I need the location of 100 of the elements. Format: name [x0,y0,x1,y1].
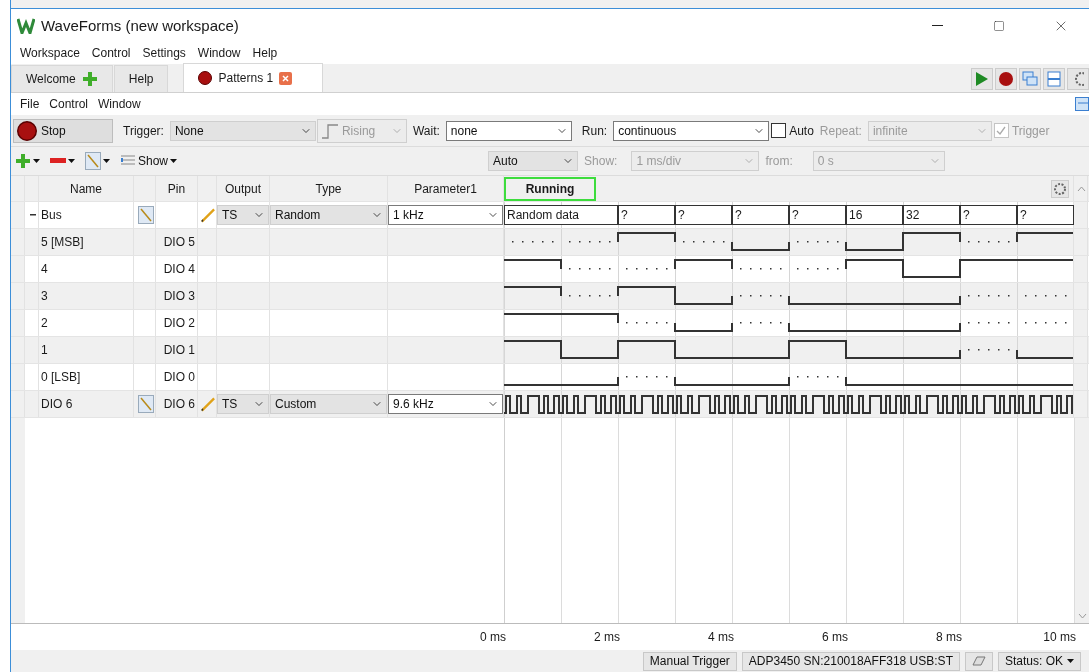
table-row[interactable]: 0 [LSB] DIO 0 [11,364,1089,391]
wait-label: Wait: [412,123,440,138]
parameter-dropdown[interactable]: 1 kHz [388,205,503,225]
table-row[interactable]: DIO 6 DIO 6 TS Custom 9.6 kHz [11,391,1089,418]
windows-icon[interactable] [1075,97,1089,111]
type-dropdown[interactable]: Custom [270,394,387,414]
show-label: Show: [584,154,618,168]
tab[interactable]: Help [113,65,169,92]
play-icon [975,71,989,87]
auto-checkbox[interactable] [771,123,787,138]
pencil-icon[interactable] [200,395,216,413]
record-icon [998,71,1014,87]
pin-cell: DIO 1 [156,337,198,363]
column-header: Type [270,176,388,201]
pencil-ruler-icon[interactable] [137,206,154,224]
type-dropdown[interactable]: Random [270,205,387,225]
maximize-icon [993,19,1005,32]
pencil-ruler-icon[interactable] [137,395,154,413]
bus-value: ? [675,205,732,225]
manual-trigger-button[interactable]: Manual Trigger [642,651,737,671]
axis-label: 4 ms [708,630,734,644]
table-row[interactable]: 1 DIO 1 [11,337,1089,364]
output-dropdown[interactable]: TS [217,394,269,414]
bus-value: ? [618,205,675,225]
name-cell: 4 [39,256,134,282]
edit-button[interactable] [83,152,112,170]
repeat-label: Repeat: [819,123,862,138]
trigger-dropdown[interactable]: None [169,120,316,141]
name-cell: 2 [39,310,134,336]
name-cell: 0 [LSB] [39,364,134,390]
axis-label: 10 ms [1043,630,1076,644]
pin-cell: DIO 0 [156,364,198,390]
menu-item[interactable]: Control [44,95,94,113]
menu-item[interactable]: Window [192,44,246,62]
table-row[interactable]: 2 DIO 2 [11,310,1089,337]
column-header: Pin [156,176,198,201]
caret-icon [103,158,110,164]
menu-item[interactable]: Help [247,44,283,62]
table-row[interactable]: 5 [MSB] DIO 5 [11,229,1089,256]
eraser-button[interactable] [964,651,993,671]
status-button[interactable]: Status: OK [997,651,1081,671]
caret-icon [1067,658,1074,664]
device-button[interactable]: ADP3450 SN:210018AFF318 USB:ST [741,651,960,671]
record-icon [198,71,213,85]
menu-item[interactable]: Window [93,95,146,113]
menu-item[interactable]: Settings [137,44,191,62]
bus-value: Random data [504,205,618,225]
split-view-button[interactable] [1043,68,1065,90]
rising-edge-icon [321,122,338,139]
record-icon [17,120,37,141]
tab-label: Welcome [26,72,76,86]
from-label: from: [765,154,793,168]
split-view-icon [1047,71,1061,87]
pin-cell: DIO 2 [156,310,198,336]
minimize-icon [931,25,943,26]
settings-icon [1072,71,1084,87]
list-icon [120,154,136,168]
bus-value: ? [789,205,846,225]
settings-icon[interactable] [1051,179,1069,198]
pencil-icon[interactable] [200,206,216,224]
name-cell: 5 [MSB] [39,229,134,255]
name-cell: 3 [39,283,134,309]
eraser-icon [971,656,986,666]
scroll-up-icon[interactable] [1077,185,1086,192]
record-button[interactable] [995,68,1017,90]
run-button[interactable] [971,68,993,90]
table-row[interactable]: 4 DIO 4 [11,256,1089,283]
axis-label: 2 ms [594,630,620,644]
table-row[interactable]: Bus TS Random 1 kHz Random data ? ? ? ? 16 32 ? ? [11,202,1089,229]
pin-cell: DIO 4 [156,256,198,282]
app-logo-icon [17,17,35,34]
collapse-icon[interactable] [29,213,36,217]
caret-icon [170,158,178,164]
scroll-down-icon[interactable] [1077,613,1087,619]
name-cell: Bus [39,202,134,228]
output-dropdown[interactable]: TS [217,205,269,225]
table-row[interactable]: 3 DIO 3 [11,283,1089,310]
pin-cell: DIO 5 [156,229,198,255]
menu-item[interactable]: Control [86,44,136,62]
tab[interactable]: Welcome [11,65,113,92]
add-button[interactable] [13,153,42,169]
tab-label: Help [128,72,154,86]
bus-value: ? [732,205,789,225]
stop-button[interactable]: Stop [13,118,113,143]
axis-label: 6 ms [822,630,848,644]
tab[interactable]: Patterns 1 [183,63,324,92]
parameter-dropdown[interactable]: 9.6 kHz [388,394,503,414]
run-dropdown[interactable]: continuous [613,120,770,141]
menu-item[interactable]: Workspace [15,44,85,62]
bus-value: 32 [903,205,960,225]
trigger-check-label: Trigger [1011,123,1050,138]
close-tab-icon[interactable] [279,71,293,85]
bus-value: ? [960,205,1017,225]
menu-item[interactable]: File [15,95,45,113]
settings-button[interactable] [1067,68,1089,90]
wait-dropdown[interactable]: none [445,120,572,141]
status-label: Running [504,176,596,201]
pin-cell: DIO 6 [156,391,198,417]
plus-icon[interactable] [81,71,98,87]
remove-button[interactable] [48,157,77,165]
